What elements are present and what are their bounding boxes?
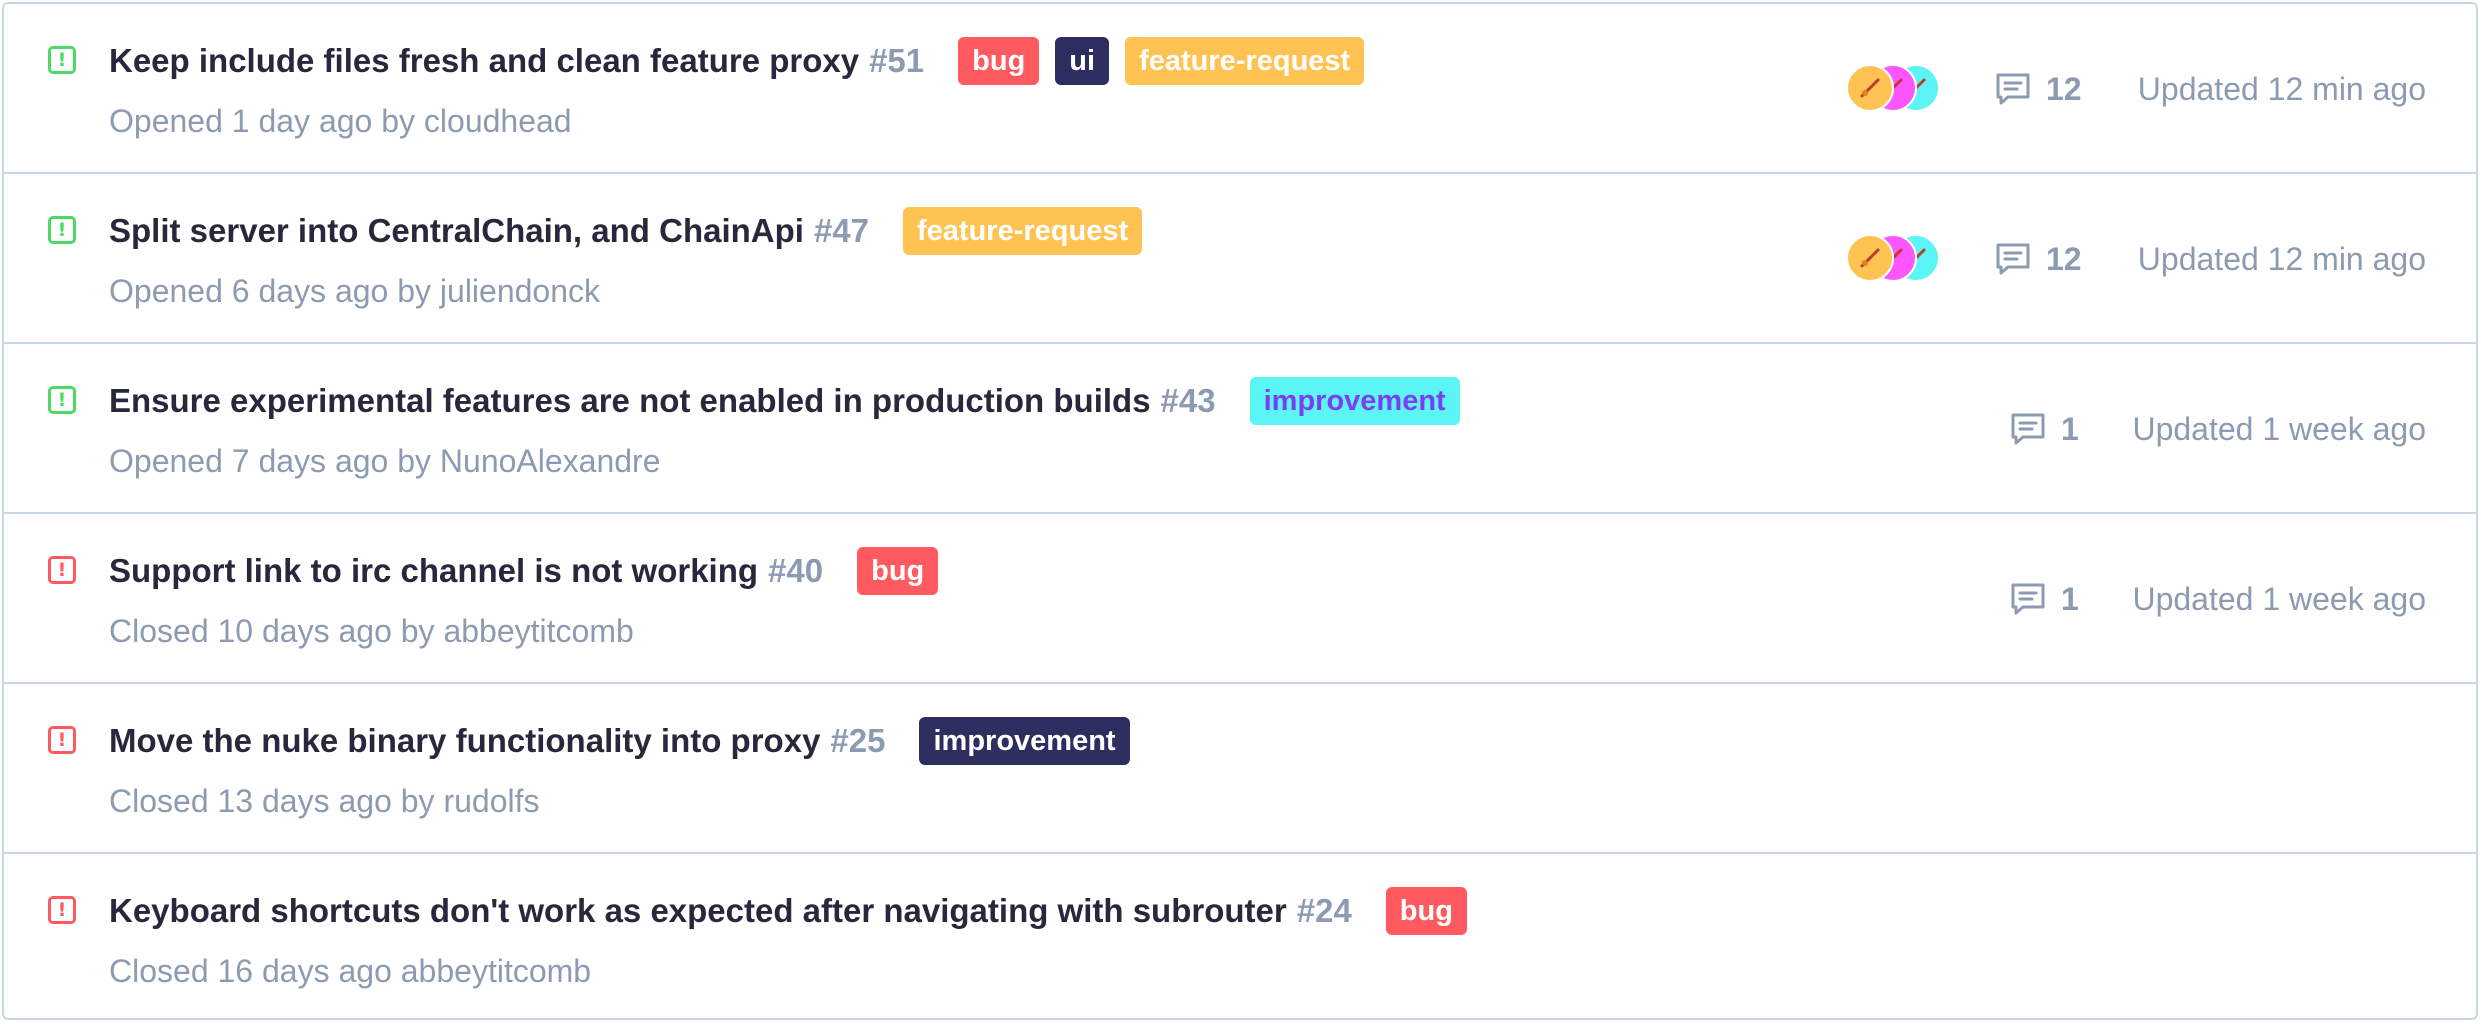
issue-title[interactable]: Ensure experimental features are not ena… — [109, 382, 1151, 420]
issue-number: #25 — [830, 722, 886, 759]
issue-number: #51 — [869, 42, 925, 79]
issue-meta: Closed 13 days ago by rudolfs — [109, 783, 540, 819]
comment-count-value: 12 — [2046, 70, 2082, 107]
label-bug[interactable]: bug — [958, 37, 1040, 85]
issue-status-icon: ! — [48, 896, 76, 924]
issue-labels: bug ui feature-request — [958, 37, 1380, 85]
issue-labels: improvement — [1249, 377, 1476, 425]
comment-count[interactable]: 12 — [1994, 66, 2082, 112]
issue-labels: bug — [1385, 887, 1483, 935]
issue-title-line: Ensure experimental features are not ena… — [109, 376, 1476, 426]
label-improvement[interactable]: improvement — [919, 717, 1130, 765]
assignee-avatars[interactable] — [1846, 234, 1946, 284]
comment-count[interactable]: 1 — [2009, 406, 2079, 452]
issue-labels: feature-request — [903, 207, 1158, 255]
issue-row-25[interactable]: ! Move the nuke binary functionality int… — [4, 684, 2476, 854]
issue-status-icon: ! — [48, 46, 76, 74]
issue-number: #40 — [768, 552, 824, 589]
label-bug[interactable]: bug — [1385, 887, 1467, 935]
issue-row-43[interactable]: ! Ensure experimental features are not e… — [4, 344, 2476, 514]
comment-count[interactable]: 12 — [1994, 236, 2082, 282]
label-improvement[interactable]: improvement — [1249, 377, 1460, 425]
issue-row-24[interactable]: ! Keyboard shortcuts don't work as expec… — [4, 854, 2476, 1018]
issue-meta: Opened 7 days ago by NunoAlexandre — [109, 443, 661, 479]
issue-row-51[interactable]: ! Keep include files fresh and clean fea… — [4, 4, 2476, 174]
issue-number: #43 — [1160, 382, 1216, 419]
comment-icon — [2011, 583, 2045, 615]
updated-timestamp: Updated 12 min ago — [2137, 241, 2426, 277]
comment-count-value: 1 — [2061, 580, 2079, 617]
issue-meta: Opened 1 day ago by cloudhead — [109, 103, 572, 139]
label-feature-request[interactable]: feature-request — [903, 207, 1143, 255]
issue-title[interactable]: Move the nuke binary functionality into … — [109, 722, 820, 760]
issue-meta: Closed 16 days ago abbeytitcomb — [109, 953, 592, 989]
issue-row-47[interactable]: ! Split server into CentralChain, and Ch… — [4, 174, 2476, 344]
comment-icon — [2011, 413, 2045, 445]
issue-title-line: Move the nuke binary functionality into … — [109, 716, 1146, 766]
issue-status-icon: ! — [48, 726, 76, 754]
issue-number: #24 — [1296, 892, 1352, 929]
comment-count-value: 1 — [2061, 410, 2079, 447]
issue-title-line: Support link to irc channel is not worki… — [109, 546, 954, 596]
issue-title[interactable]: Keyboard shortcuts don't work as expecte… — [109, 892, 1287, 930]
updated-timestamp: Updated 1 week ago — [2132, 581, 2426, 617]
issue-title-line: Split server into CentralChain, and Chai… — [109, 206, 1158, 256]
issue-title[interactable]: Support link to irc channel is not worki… — [109, 552, 758, 590]
issue-labels: bug — [857, 547, 954, 595]
issue-title[interactable]: Split server into CentralChain, and Chai… — [109, 212, 804, 250]
updated-timestamp: Updated 12 min ago — [2137, 71, 2426, 107]
issue-meta: Opened 6 days ago by juliendonck — [109, 273, 601, 309]
issue-status-icon: ! — [48, 386, 76, 414]
comment-count[interactable]: 1 — [2009, 576, 2079, 622]
label-bug[interactable]: bug — [857, 547, 939, 595]
issue-title[interactable]: Keep include files fresh and clean featu… — [109, 42, 859, 80]
issue-labels: improvement — [919, 717, 1145, 765]
comment-icon — [1996, 73, 2030, 105]
comment-count-value: 12 — [2046, 240, 2082, 277]
issue-number: #47 — [813, 212, 869, 249]
issue-title-line: Keep include files fresh and clean featu… — [109, 36, 1380, 86]
label-ui[interactable]: ui — [1055, 37, 1110, 85]
label-feature-request[interactable]: feature-request — [1125, 37, 1365, 85]
issue-title-line: Keyboard shortcuts don't work as expecte… — [109, 886, 1483, 936]
avatar — [1846, 234, 1894, 282]
issue-meta: Closed 10 days ago by abbeytitcomb — [109, 613, 634, 649]
comment-icon — [1996, 243, 2030, 275]
avatar — [1846, 64, 1894, 112]
issue-status-icon: ! — [48, 216, 76, 244]
updated-timestamp: Updated 1 week ago — [2132, 411, 2426, 447]
assignee-avatars[interactable] — [1846, 64, 1946, 114]
issue-status-icon: ! — [48, 556, 76, 584]
issue-list: ! Keep include files fresh and clean fea… — [2, 2, 2478, 1020]
issue-row-40[interactable]: ! Support link to irc channel is not wor… — [4, 514, 2476, 684]
